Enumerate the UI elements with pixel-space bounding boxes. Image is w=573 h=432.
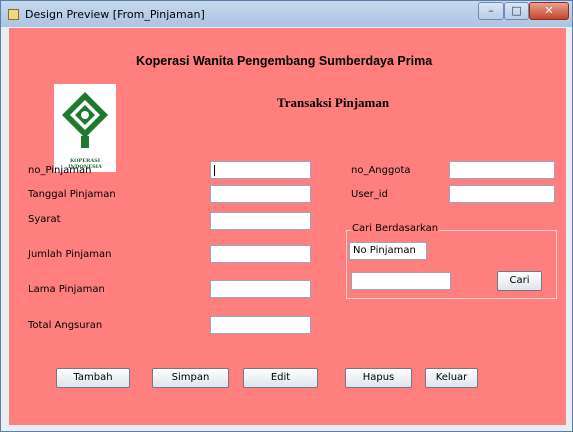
hapus-button[interactable]: Hapus [345,368,412,388]
search-group-title: Cari Berdasarkan [351,223,440,234]
koperasi-logo: KOPERASI INDONESIA [54,84,116,172]
app-window: Design Preview [From_Pinjaman] – □ ✕ KOP… [0,0,573,432]
no-anggota-label: no_Anggota [351,165,411,176]
lama-pinjaman-label: Lama Pinjaman [28,284,105,295]
organization-name: Koperasi Wanita Pengembang Sumberdaya Pr… [136,54,433,68]
tanggal-pinjaman-label: Tanggal Pinjaman [28,189,116,200]
simpan-button[interactable]: Simpan [152,368,229,388]
title-bar[interactable]: Design Preview [From_Pinjaman] – □ ✕ [1,1,572,27]
lama-pinjaman-input[interactable] [210,280,311,298]
window-title: Design Preview [From_Pinjaman] [25,8,205,21]
tambah-button[interactable]: Tambah [56,368,130,388]
form-panel: KOPERASI INDONESIA Koperasi Wanita Penge… [9,28,566,425]
search-by-select[interactable]: No Pinjaman [349,242,427,260]
edit-button[interactable]: Edit [243,368,318,388]
user-id-input[interactable] [449,185,555,203]
jumlah-pinjaman-input[interactable] [210,245,311,263]
user-id-label: User_id [351,189,388,200]
no-pinjaman-label: no_Pinjaman [28,165,92,176]
jumlah-pinjaman-label: Jumlah Pinjaman [28,249,112,260]
tanggal-pinjaman-input[interactable] [210,185,311,203]
no-pinjaman-input[interactable] [210,161,311,179]
minimize-button[interactable]: – [478,2,504,20]
search-input[interactable] [351,272,451,290]
total-angsuran-input[interactable] [210,316,311,334]
cari-button[interactable]: Cari [497,271,542,291]
total-angsuran-label: Total Angsuran [28,320,103,331]
logo-emblem-icon [62,92,108,148]
syarat-label: Syarat [28,214,61,225]
form-title: Transaksi Pinjaman [277,95,390,110]
search-group: Cari Berdasarkan No Pinjaman Cari [346,223,557,299]
syarat-input[interactable] [210,212,311,230]
keluar-button[interactable]: Keluar [425,368,478,388]
text-caret [214,165,215,176]
maximize-button[interactable]: □ [504,2,529,20]
java-cup-icon [8,9,19,20]
close-button[interactable]: ✕ [529,2,569,20]
no-anggota-input[interactable] [449,161,555,179]
